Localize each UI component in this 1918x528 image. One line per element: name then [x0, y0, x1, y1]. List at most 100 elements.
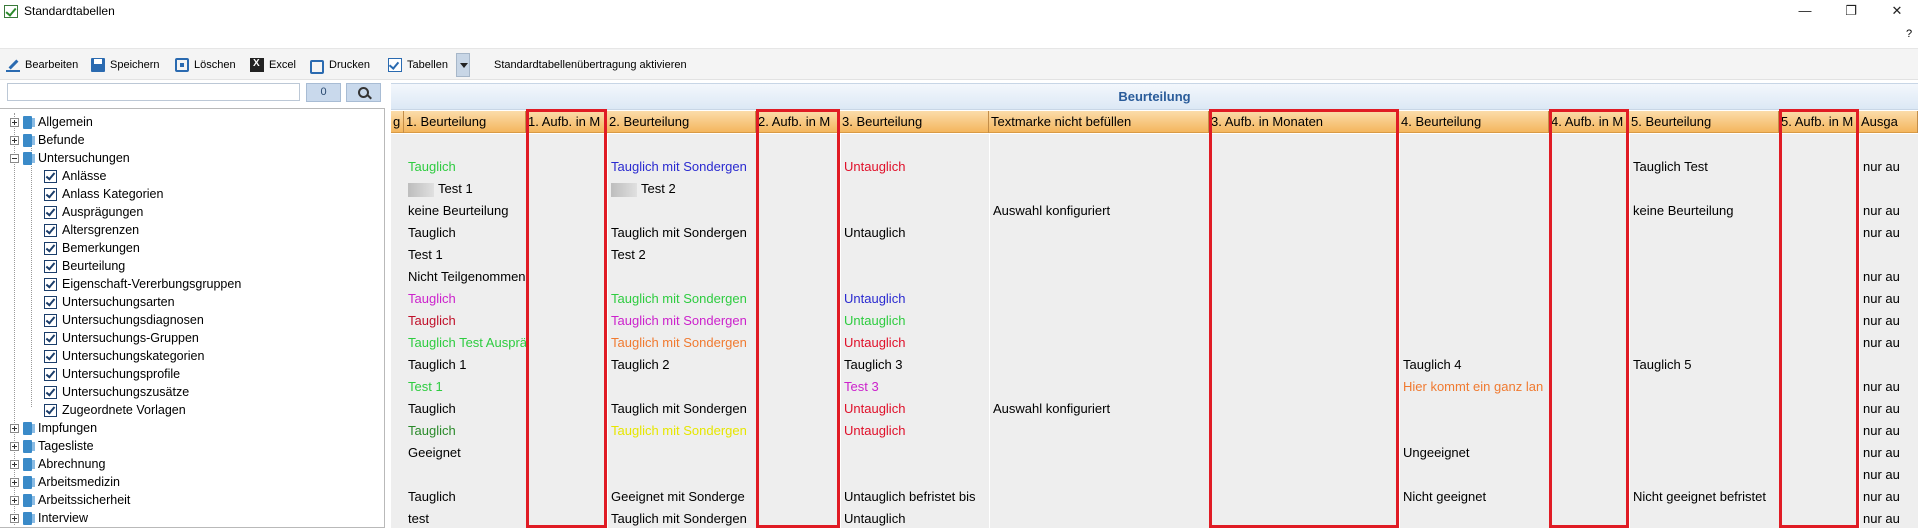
table-cell[interactable]: keine Beurteilung [406, 200, 526, 222]
tree-node-abrechnung[interactable]: Abrechnung [10, 455, 105, 473]
tables-dropdown-button[interactable] [456, 53, 470, 77]
table-cell[interactable]: keine Beurteilung [1631, 200, 1779, 222]
table-cell[interactable]: Untauglich [842, 310, 989, 332]
table-cell[interactable]: Untauglich [842, 222, 989, 244]
tree-item-altersgrenzen[interactable]: Altersgrenzen [44, 221, 139, 239]
tree-item-untersuchungskategorien[interactable]: Untersuchungskategorien [44, 347, 204, 365]
tree-node-allgemein[interactable]: Allgemein [10, 113, 93, 131]
table-cell[interactable]: nur au [1861, 200, 1918, 222]
table-cell[interactable]: Test 1 [406, 244, 526, 266]
table-cell[interactable]: Tauglich mit Sondergen [609, 398, 756, 420]
tree-item-untersuchungsprofile[interactable]: Untersuchungsprofile [44, 365, 180, 383]
table-cell[interactable]: Tauglich [406, 156, 526, 178]
tree-item-untersuchungsarten[interactable]: Untersuchungsarten [44, 293, 175, 311]
tree-node-untersuchungen[interactable]: Untersuchungen [10, 149, 130, 167]
table-cell[interactable]: Tauglich [406, 486, 526, 508]
table-cell[interactable]: nur au [1861, 486, 1918, 508]
table-cell[interactable]: Untauglich [842, 420, 989, 442]
table-cell[interactable]: Tauglich 5 [1631, 354, 1779, 376]
tree-item-untersuchungs-gruppen[interactable]: Untersuchungs-Gruppen [44, 329, 199, 347]
table-cell[interactable]: Tauglich mit Sondergen [609, 156, 756, 178]
expand-icon[interactable] [10, 117, 19, 127]
table-cell[interactable]: Test 2 [609, 244, 756, 266]
table-cell[interactable]: nur au [1861, 156, 1918, 178]
table-cell[interactable]: Geeignet [406, 442, 526, 464]
activate-transfer-button[interactable]: Standardtabellenübertragung aktivieren [494, 55, 687, 75]
column-header[interactable]: 5. Beurteilung [1629, 111, 1779, 133]
table-cell[interactable]: nur au [1861, 398, 1918, 420]
column-header[interactable]: Textmarke nicht befüllen [989, 111, 1209, 133]
table-cell[interactable]: Hier kommt ein ganz lan [1401, 376, 1549, 398]
expand-icon[interactable] [10, 135, 19, 145]
column-header[interactable]: Ausga [1859, 111, 1918, 133]
expand-icon[interactable] [10, 495, 19, 505]
save-button[interactable]: Speichern [91, 55, 160, 75]
tree-node-interview[interactable]: Interview [10, 509, 88, 527]
expand-icon[interactable] [10, 423, 19, 433]
table-cell[interactable]: nur au [1861, 464, 1918, 486]
column-header[interactable]: 4. Beurteilung [1399, 111, 1549, 133]
table-cell[interactable]: Tauglich Test Ausprägu [406, 332, 526, 354]
column-header[interactable]: g [391, 111, 404, 133]
tree-item-beurteilung[interactable]: Beurteilung [44, 257, 125, 275]
expand-icon[interactable] [10, 441, 19, 451]
table-cell[interactable]: Test 1 [406, 376, 526, 398]
search-button[interactable] [346, 83, 381, 102]
tree-item-bemerkungen[interactable]: Bemerkungen [44, 239, 140, 257]
table-cell[interactable]: Tauglich [406, 310, 526, 332]
help-button[interactable]: ? [1906, 28, 1912, 40]
table-cell[interactable]: Test 2 [609, 178, 756, 200]
tree-item-untersuchungsdiagnosen[interactable]: Untersuchungsdiagnosen [44, 311, 204, 329]
table-cell[interactable]: Nicht geeignet [1401, 486, 1549, 508]
table-cell[interactable]: Tauglich mit Sondergen [609, 508, 756, 528]
table-cell[interactable]: Tauglich mit Sondergen [609, 420, 756, 442]
table-cell[interactable]: Untauglich [842, 332, 989, 354]
table-cell[interactable]: Test 3 [842, 376, 989, 398]
table-cell[interactable]: nur au [1861, 442, 1918, 464]
table-cell[interactable]: Tauglich mit Sondergen [609, 222, 756, 244]
column-header[interactable]: 1. Beurteilung [404, 111, 526, 133]
expand-icon[interactable] [10, 513, 19, 523]
table-cell[interactable]: test [406, 508, 526, 528]
table-cell[interactable]: nur au [1861, 266, 1918, 288]
table-cell[interactable]: nur au [1861, 508, 1918, 528]
table-cell[interactable]: Untauglich [842, 288, 989, 310]
tree-item-anlaesse[interactable]: Anlässe [44, 167, 106, 185]
tree-item-eigenschaft-vererbungsgruppen[interactable]: Eigenschaft-Vererbungsgruppen [44, 275, 241, 293]
table-cell[interactable]: Untauglich befristet bis [842, 486, 989, 508]
table-cell[interactable]: Geeignet mit Sonderge [609, 486, 756, 508]
tree-item-auspraegungen[interactable]: Ausprägungen [44, 203, 143, 221]
table-cell[interactable]: Untauglich [842, 508, 989, 528]
table-cell[interactable]: Tauglich [406, 288, 526, 310]
table-cell[interactable]: Tauglich 1 [406, 354, 526, 376]
table-cell[interactable]: nur au [1861, 332, 1918, 354]
tree-node-tagesliste[interactable]: Tagesliste [10, 437, 94, 455]
print-button[interactable]: Drucken [310, 55, 370, 75]
table-cell[interactable]: Tauglich mit Sondergen [609, 332, 756, 354]
table-cell[interactable]: Untauglich [842, 398, 989, 420]
table-cell[interactable]: Untauglich [842, 156, 989, 178]
table-cell[interactable]: Tauglich 3 [842, 354, 989, 376]
tree-node-arbeitsmedizin[interactable]: Arbeitsmedizin [10, 473, 120, 491]
table-cell[interactable]: Tauglich [406, 222, 526, 244]
table-cell[interactable]: Auswahl konfiguriert [991, 200, 1209, 222]
expand-icon[interactable] [10, 477, 19, 487]
column-header[interactable]: 3. Beurteilung [840, 111, 989, 133]
table-cell[interactable]: nur au [1861, 420, 1918, 442]
excel-button[interactable]: Excel [250, 55, 296, 75]
tree-search-input[interactable] [7, 83, 300, 101]
table-cell[interactable]: nur au [1861, 222, 1918, 244]
table-cell[interactable]: Tauglich Test [1631, 156, 1779, 178]
table-cell[interactable]: Ungeeignet [1401, 442, 1549, 464]
table-cell[interactable]: nur au [1861, 288, 1918, 310]
table-cell[interactable]: Auswahl konfiguriert [991, 398, 1209, 420]
tree-node-arbeitssicherheit[interactable]: Arbeitssicherheit [10, 491, 130, 509]
table-cell[interactable]: Tauglich 2 [609, 354, 756, 376]
edit-button[interactable]: Bearbeiten [6, 55, 78, 75]
table-cell[interactable]: Tauglich mit Sondergen [609, 288, 756, 310]
column-header[interactable]: 2. Beurteilung [607, 111, 756, 133]
table-cell[interactable]: Tauglich [406, 398, 526, 420]
delete-button[interactable]: Löschen [175, 55, 236, 75]
tables-button[interactable]: Tabellen [388, 55, 448, 75]
table-cell[interactable]: Test 1 [406, 178, 526, 200]
